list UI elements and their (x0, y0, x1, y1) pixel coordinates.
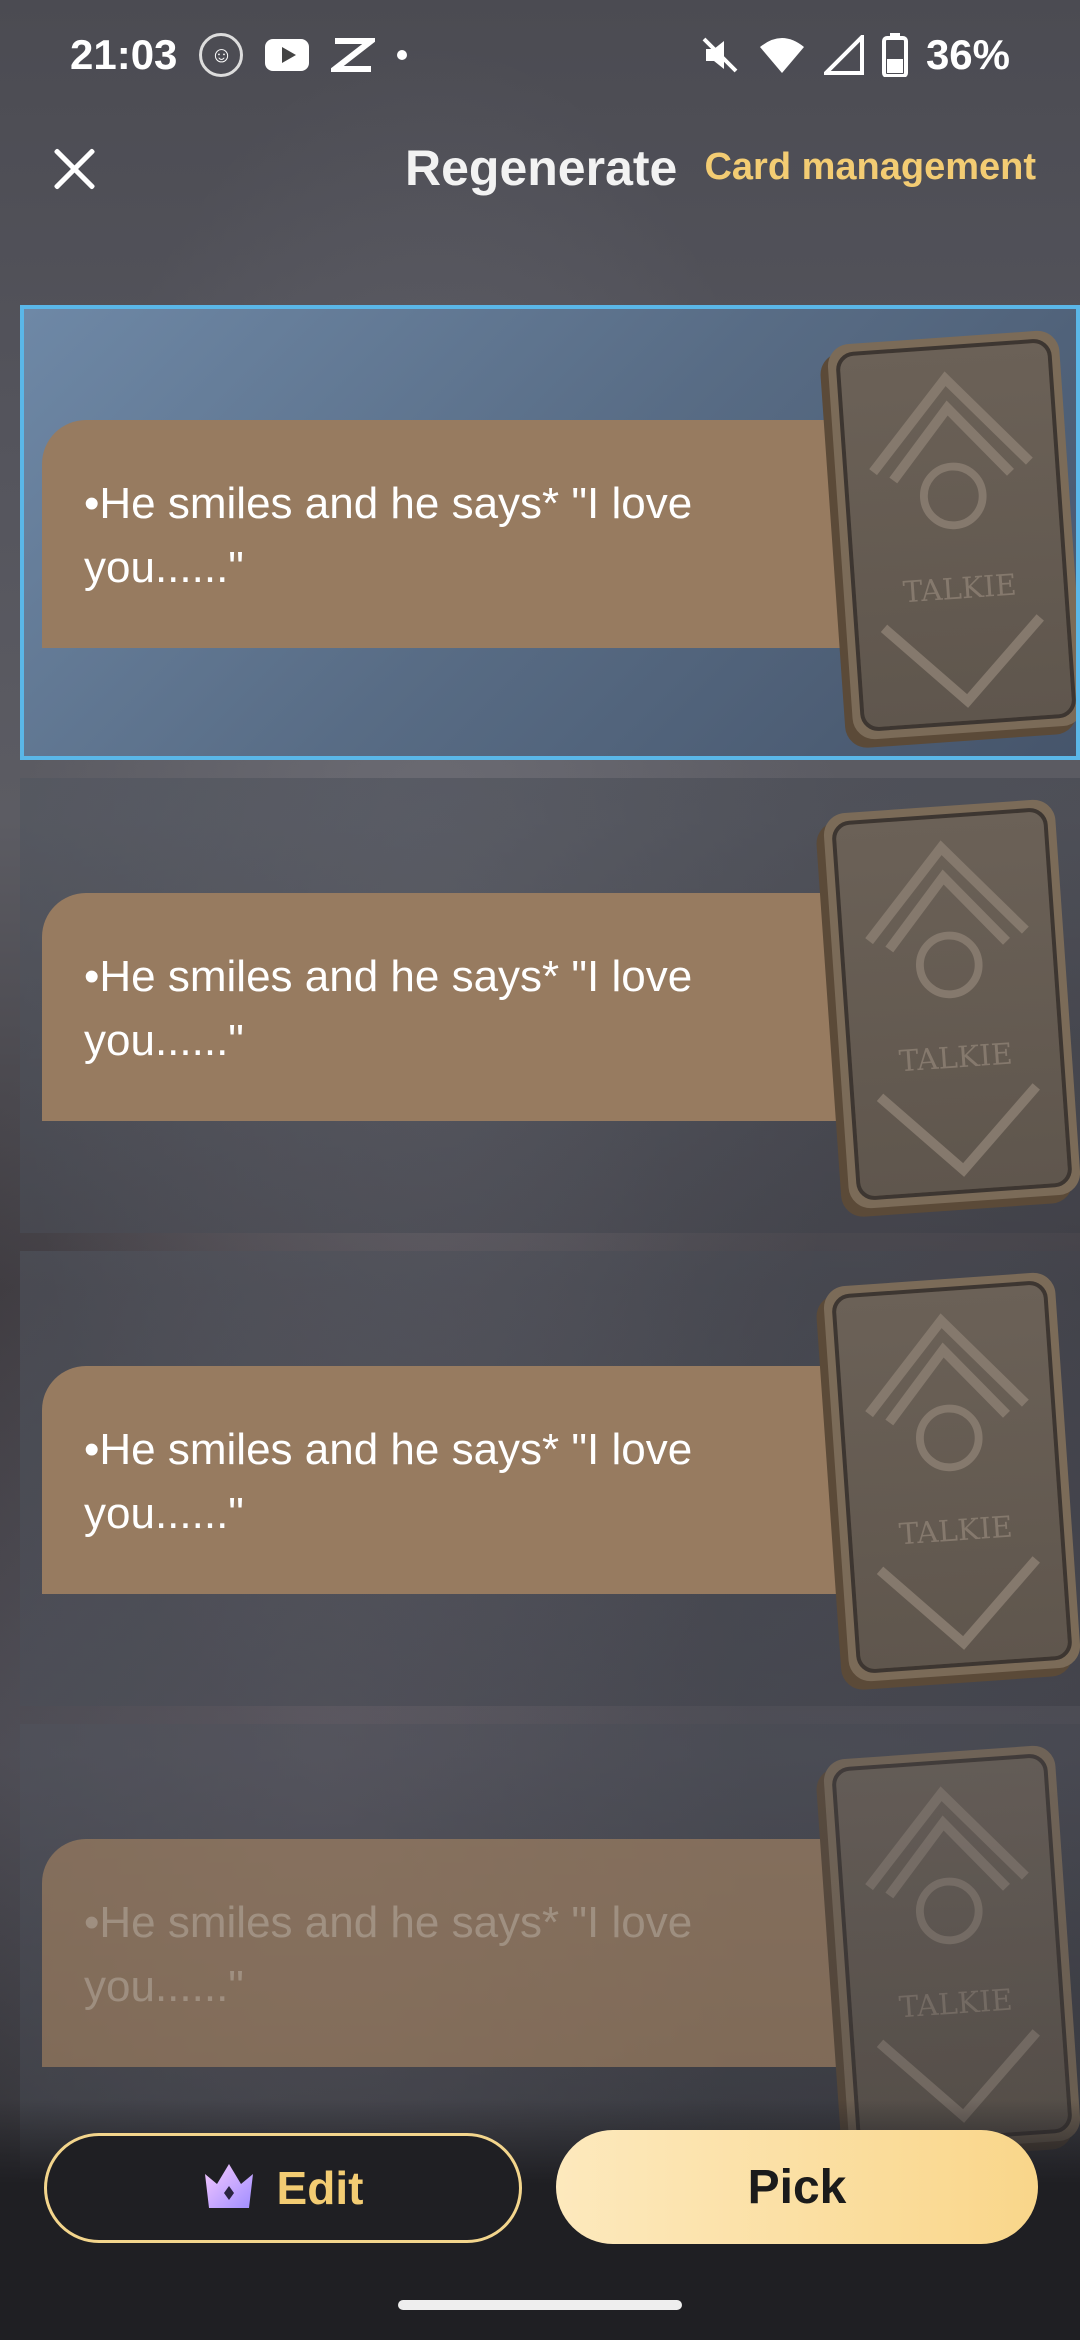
tarot-card-icon: TALKIE (822, 1744, 1080, 2156)
message-text: •He smiles and he says* "I love you.....… (84, 952, 693, 1065)
message-bubble: •He smiles and he says* "I love you.....… (42, 1839, 892, 2067)
svg-text:TALKIE: TALKIE (898, 1983, 1014, 2025)
svg-text:TALKIE: TALKIE (898, 1037, 1014, 1079)
message-text: •He smiles and he says* "I love you.....… (84, 1425, 693, 1538)
wifi-icon (758, 35, 806, 75)
tarot-card-icon: TALKIE (826, 329, 1076, 741)
status-time: 21:03 (70, 31, 178, 78)
card-list: •He smiles and he says* "I love you.....… (20, 305, 1080, 2197)
pick-button[interactable]: Pick (556, 2130, 1038, 2244)
crown-icon (203, 2162, 255, 2215)
svg-text:TALKIE: TALKIE (902, 568, 1018, 610)
tarot-card-icon: TALKIE (822, 798, 1080, 1210)
close-icon[interactable] (44, 138, 104, 198)
response-card-1[interactable]: •He smiles and he says* "I love you.....… (20, 305, 1080, 760)
pick-label: Pick (747, 2160, 847, 2214)
battery-level: 36% (925, 31, 1010, 78)
card-management-link[interactable]: Card management (704, 146, 1036, 189)
edit-label: Edit (276, 2162, 364, 2214)
message-bubble: •He smiles and he says* "I love you.....… (42, 1366, 892, 1594)
edit-button[interactable]: Edit (44, 2133, 522, 2243)
youtube-icon (265, 39, 310, 71)
capcut-icon (331, 35, 376, 75)
cat-avatar-icon: ☺ (199, 33, 244, 77)
status-bar: 21:03 ☺ 36% (0, 0, 1080, 110)
message-text: •He smiles and he says* "I love you.....… (84, 1898, 693, 2011)
header: Regenerate Card management (0, 120, 1080, 215)
battery-icon (881, 33, 908, 77)
response-card-2[interactable]: •He smiles and he says* "I love you.....… (20, 778, 1080, 1233)
svg-text:TALKIE: TALKIE (898, 1510, 1014, 1552)
page-title: Regenerate (405, 139, 678, 196)
signal-icon (823, 35, 864, 75)
response-card-3[interactable]: •He smiles and he says* "I love you.....… (20, 1251, 1080, 1706)
mute-icon (700, 35, 740, 75)
message-text: •He smiles and he says* "I love you.....… (84, 479, 693, 592)
message-bubble: •He smiles and he says* "I love you.....… (42, 420, 892, 648)
home-indicator[interactable] (398, 2300, 682, 2310)
tarot-card-icon: TALKIE (822, 1271, 1080, 1683)
message-bubble: •He smiles and he says* "I love you.....… (42, 893, 892, 1121)
notification-dot-icon (397, 50, 408, 60)
